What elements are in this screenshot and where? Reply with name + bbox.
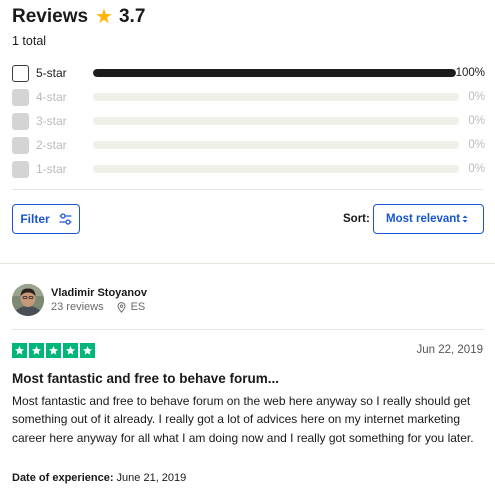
dist-label: 2-star: [36, 138, 67, 152]
sort-value: Most relevant: [386, 213, 461, 225]
star-icon: ★: [95, 6, 113, 28]
dist-row-4: 4-star 0%: [12, 85, 485, 109]
dist-percent: 0%: [468, 139, 485, 151]
dist-row-1: 1-star 0%: [12, 157, 485, 181]
rating-star-icon: [46, 343, 61, 358]
review-body: Most fantastic and free to behave forum …: [12, 394, 474, 445]
sort-label: Sort:: [343, 213, 370, 225]
dist-label: 4-star: [36, 90, 67, 104]
dist-percent: 0%: [468, 163, 485, 175]
bar-fill: [92, 69, 456, 77]
rating-star-icon: [80, 343, 95, 358]
reviewer-meta: 23 reviews ES: [51, 301, 145, 313]
dist-percent: 0%: [468, 91, 485, 103]
rating-star-icon: [12, 343, 27, 358]
checkbox-2-star: [12, 136, 29, 154]
checkbox-3-star: [12, 112, 29, 130]
checkbox-4-star: [12, 88, 29, 106]
filter-label: Filter: [20, 212, 50, 226]
experience-date: June 21, 2019: [116, 472, 187, 484]
section-divider: [0, 263, 495, 264]
review-date: Jun 22, 2019: [416, 344, 483, 356]
reviews-header: Reviews ★ 3.7 1 total: [12, 5, 145, 48]
review-count: 23 reviews: [51, 301, 104, 313]
bar-track: [92, 69, 456, 77]
date-of-experience: Date of experience: June 21, 2019: [12, 472, 186, 484]
dist-row-2: 2-star 0%: [12, 133, 485, 157]
checkbox-1-star: [12, 160, 29, 178]
dist-percent: 100%: [455, 67, 485, 79]
dist-percent: 0%: [468, 115, 485, 127]
bar-track: [93, 93, 459, 101]
rating-star-icon: [63, 343, 78, 358]
experience-label: Date of experience:: [12, 472, 114, 484]
location-pin-icon: [117, 301, 126, 313]
dist-label: 5-star: [36, 66, 67, 80]
avatar[interactable]: [12, 284, 44, 316]
average-rating: 3.7: [118, 6, 146, 27]
bar-track: [93, 141, 459, 149]
avatar-image: [12, 284, 44, 316]
rating-distribution: 5-star 100% 4-star 0% 3-star 0% 2-star 0…: [12, 61, 485, 181]
reviewer-name[interactable]: Vladimir Stoyanov: [51, 287, 147, 299]
page-title: Reviews: [12, 6, 89, 27]
bar-track: [93, 117, 459, 125]
dist-label: 3-star: [36, 114, 67, 128]
country-code: ES: [130, 301, 146, 313]
total-count: 1 total: [12, 34, 47, 48]
sort-select[interactable]: Most relevant: [373, 204, 484, 234]
filter-button[interactable]: Filter: [12, 204, 80, 234]
dist-label: 1-star: [36, 162, 67, 176]
sliders-icon: [59, 213, 72, 225]
dist-row-5[interactable]: 5-star 100%: [12, 61, 485, 85]
sort-arrows-icon: [462, 215, 468, 223]
review-star-rating: [12, 343, 95, 358]
review-divider: [12, 329, 484, 330]
dist-row-3: 3-star 0%: [12, 109, 485, 133]
rating-star-icon: [29, 343, 44, 358]
review-title[interactable]: Most fantastic and free to behave forum.…: [12, 371, 279, 386]
divider: [12, 189, 483, 190]
checkbox-5-star[interactable]: [12, 64, 29, 82]
title-row: Reviews ★ 3.7: [12, 5, 145, 29]
bar-track: [93, 165, 459, 173]
